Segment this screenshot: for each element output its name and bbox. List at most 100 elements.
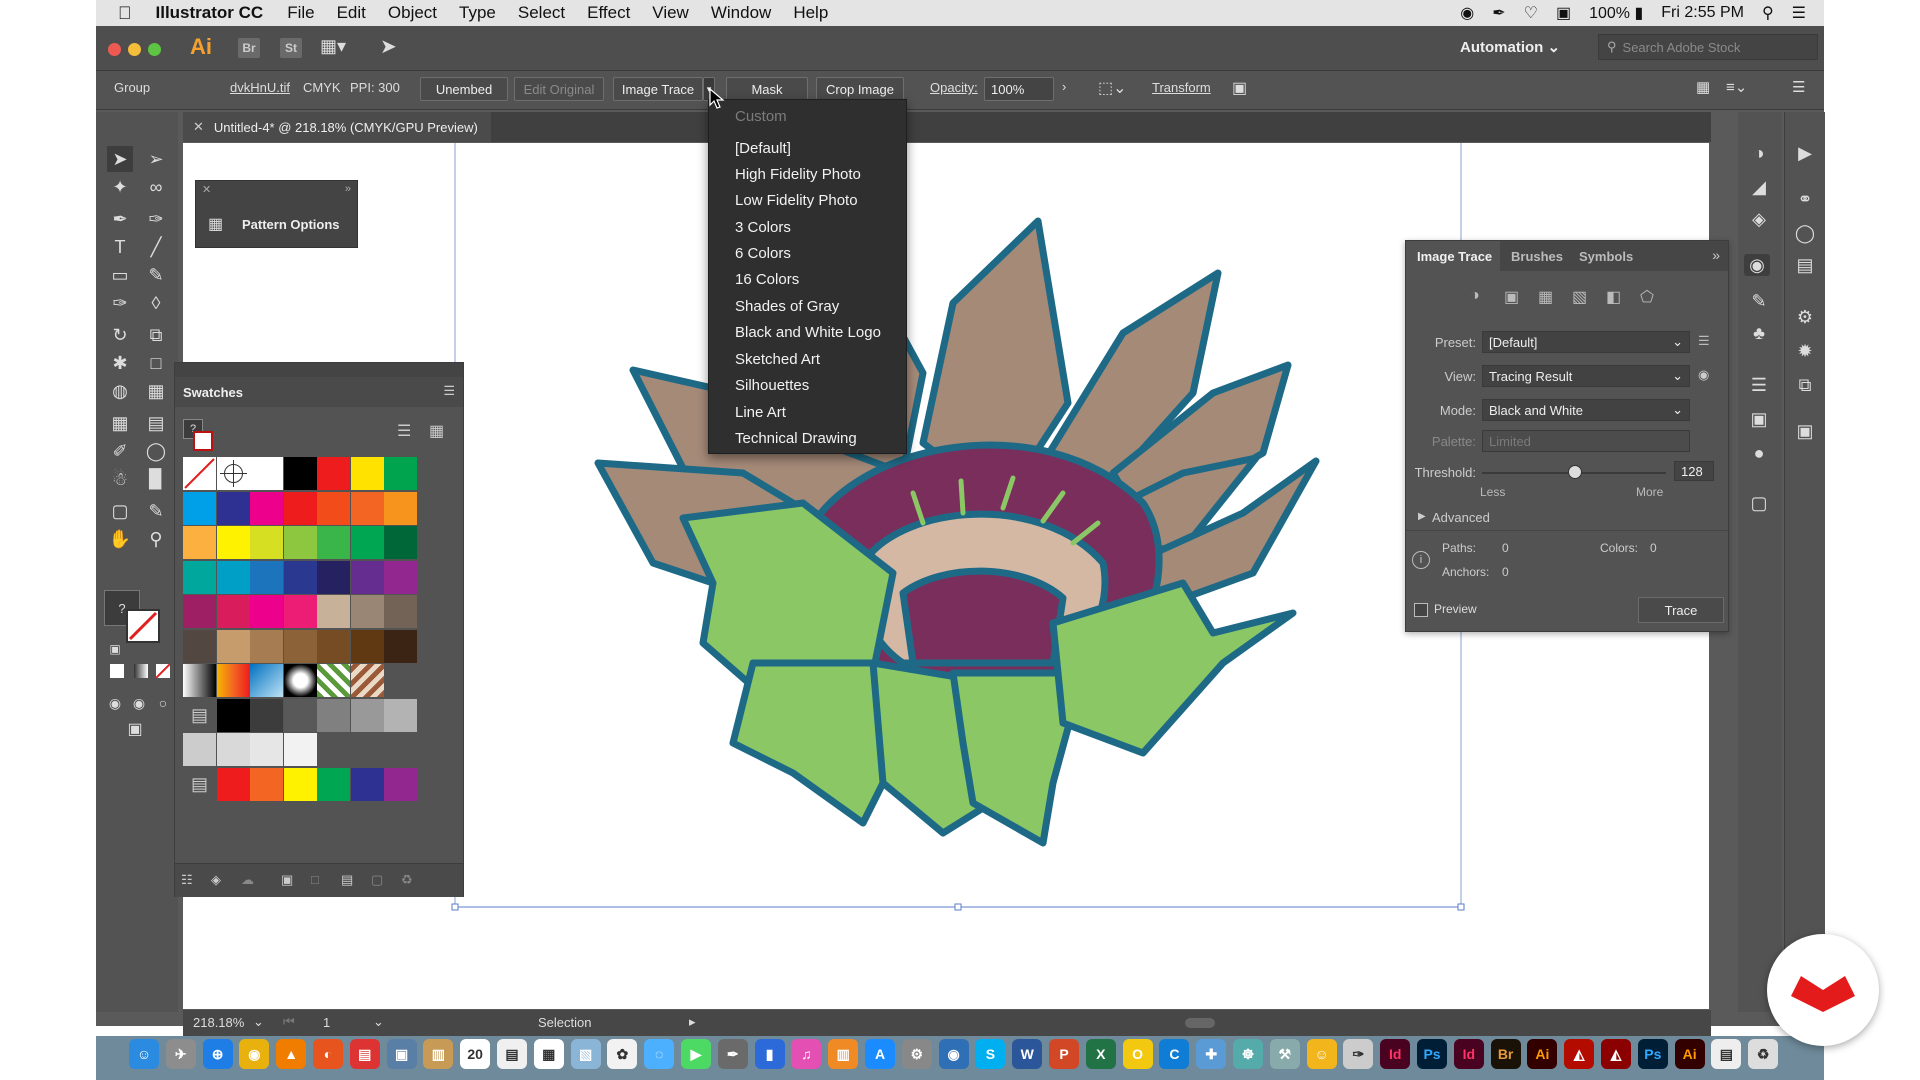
manage-presets-icon[interactable]: ☰ [1698,333,1710,349]
artboard-dropdown-icon[interactable]: ⌄ [373,1014,384,1030]
tab-brushes[interactable]: Brushes [1511,249,1563,264]
swatch[interactable] [250,595,283,628]
swatch-group-folder-icon[interactable]: ▤ [183,699,216,732]
swatch-gradient[interactable] [250,664,283,697]
opacity-arrow-icon[interactable]: › [1062,79,1066,94]
swatch[interactable] [384,767,417,801]
align-options-icon[interactable]: ≡⌄ [1726,78,1747,96]
swatch[interactable] [183,595,216,628]
perspective-grid-tool-icon[interactable]: ▦ [143,378,169,404]
rotate-tool-icon[interactable]: ↻ [107,322,133,348]
battery-status[interactable]: 100% ▮ [1589,3,1643,23]
documents-icon[interactable]: ▤ [1711,1039,1742,1069]
migration-icon[interactable]: ☸ [1233,1039,1263,1069]
menu-file[interactable]: File [287,3,314,23]
close-window-button[interactable] [108,43,121,56]
default-fill-stroke-icon[interactable]: ▣ [102,636,128,662]
view-select[interactable]: Tracing Result ⌄ [1482,365,1690,387]
preview-icon[interactable]: ▣ [386,1039,417,1069]
first-artboard-icon[interactable]: ⏮ [283,1014,295,1030]
preset-16-colors[interactable]: 16 Colors [735,271,799,288]
stock-button[interactable]: St [280,38,302,58]
rectangle-tool-icon[interactable]: ▭ [107,262,133,288]
textedit-icon[interactable]: ▤ [497,1039,527,1069]
acrobat-icon[interactable]: ◭ [1564,1039,1595,1069]
bridge-button[interactable]: Br [238,38,260,58]
scale-tool-icon[interactable]: ⧉ [143,322,169,348]
swatch[interactable] [350,560,384,594]
draw-normal-icon[interactable]: ◉ [102,690,128,716]
new-swatch-icon[interactable]: ▢ [371,872,383,888]
properties-icon[interactable]: ✹ [1792,340,1818,362]
utility-icon[interactable]: ⚒ [1269,1039,1300,1069]
eye-icon[interactable]: ◉ [1698,367,1709,383]
eraser-tool-icon[interactable]: ◊ [143,290,169,316]
tab-symbols[interactable]: Symbols [1579,249,1633,264]
info-icon[interactable]: i [1412,551,1430,569]
hand-tool-icon[interactable]: ✋ [107,526,133,552]
swatch[interactable] [216,560,250,594]
swatch[interactable] [350,767,384,801]
draw-behind-icon[interactable]: ◉ [126,690,152,716]
close-panel-icon[interactable]: ✕ [202,183,211,196]
pathfinder-icon[interactable]: ◑ [1746,142,1772,164]
swatch[interactable] [216,767,250,801]
record-icon[interactable]: ◉ [1460,3,1474,23]
clock[interactable]: Fri 2:55 PM [1661,4,1744,22]
notification-center-icon[interactable]: ☰ [1792,3,1806,23]
itunes-icon[interactable]: ♫ [791,1039,822,1069]
line-tool-icon[interactable]: ╱ [143,234,169,260]
actions-play-icon[interactable]: ▶ [1792,142,1818,164]
direct-selection-tool-icon[interactable]: ➢ [143,146,169,172]
swatch[interactable] [317,560,350,594]
menu-select[interactable]: Select [518,3,565,23]
acrobat2-icon[interactable]: ◭ [1601,1039,1631,1069]
high-color-preset-icon[interactable]: ▣ [1504,287,1519,307]
menu-effect[interactable]: Effect [587,3,630,23]
align-panel-icon[interactable]: ▣ [1792,420,1818,442]
threshold-slider-thumb[interactable] [1568,465,1582,479]
swatch[interactable] [384,457,417,490]
swatch[interactable] [384,629,417,663]
crop-image-button[interactable]: Crop Image [816,77,904,101]
swatch[interactable] [250,698,283,732]
mask-button[interactable]: Mask [726,77,808,101]
swatches-panel-header[interactable] [175,363,463,377]
quicktime-icon[interactable]: ◉ [938,1039,969,1069]
preset-sketched-art[interactable]: Sketched Art [735,351,820,368]
swatch[interactable] [216,698,250,732]
swatch[interactable] [283,733,317,766]
powerpoint-icon[interactable]: P [1049,1039,1079,1069]
swatch-gradient[interactable] [216,664,250,697]
preset-high-fidelity-photo[interactable]: High Fidelity Photo [735,166,861,183]
swatch[interactable] [250,457,283,490]
menu-type[interactable]: Type [459,3,496,23]
disclosure-triangle-icon[interactable]: ▶ [1418,511,1426,522]
auto-color-preset-icon[interactable]: ◑ [1470,287,1480,305]
lasso-tool-icon[interactable]: ∞ [143,174,169,200]
opacity-label[interactable]: Opacity: [930,80,978,95]
none-mode-button[interactable] [155,663,171,679]
popcorn-icon[interactable]: ▤ [349,1039,380,1069]
preset-shades-of-gray[interactable]: Shades of Gray [735,298,839,315]
eyedropper-tool-icon[interactable]: ✐ [107,438,133,464]
preset-technical-drawing[interactable]: Technical Drawing [735,430,857,447]
cc-libraries-icon[interactable]: ◯ [1792,222,1818,244]
artboards-panel-icon[interactable]: ▢ [1746,492,1772,514]
document-tab[interactable]: ✕ Untitled-4* @ 218.18% (CMYK/GPU Previe… [183,112,491,142]
swatch[interactable] [384,595,417,628]
preset-6-colors[interactable]: 6 Colors [735,245,791,262]
free-transform-tool-icon[interactable]: □ [143,350,169,376]
stroke-panel-icon[interactable]: ☰ [1746,374,1772,396]
align-to-icon[interactable]: ⬚⌄ [1098,78,1127,98]
chrome-icon[interactable]: ◉ [239,1039,270,1069]
draw-inside-icon[interactable]: ○ [150,690,176,716]
swatch[interactable] [250,733,283,766]
onenote-icon[interactable]: O [1122,1039,1153,1069]
slice-tool-icon[interactable]: ✎ [143,498,169,524]
swatch-registration[interactable] [216,457,250,490]
image-trace-panel-icon[interactable]: ◉ [1744,254,1770,276]
stock-search-field[interactable]: ⚲ Search Adobe Stock [1598,34,1818,60]
trace-button[interactable]: Trace [1638,597,1724,623]
app-menu[interactable]: Illustrator CC [156,3,264,23]
